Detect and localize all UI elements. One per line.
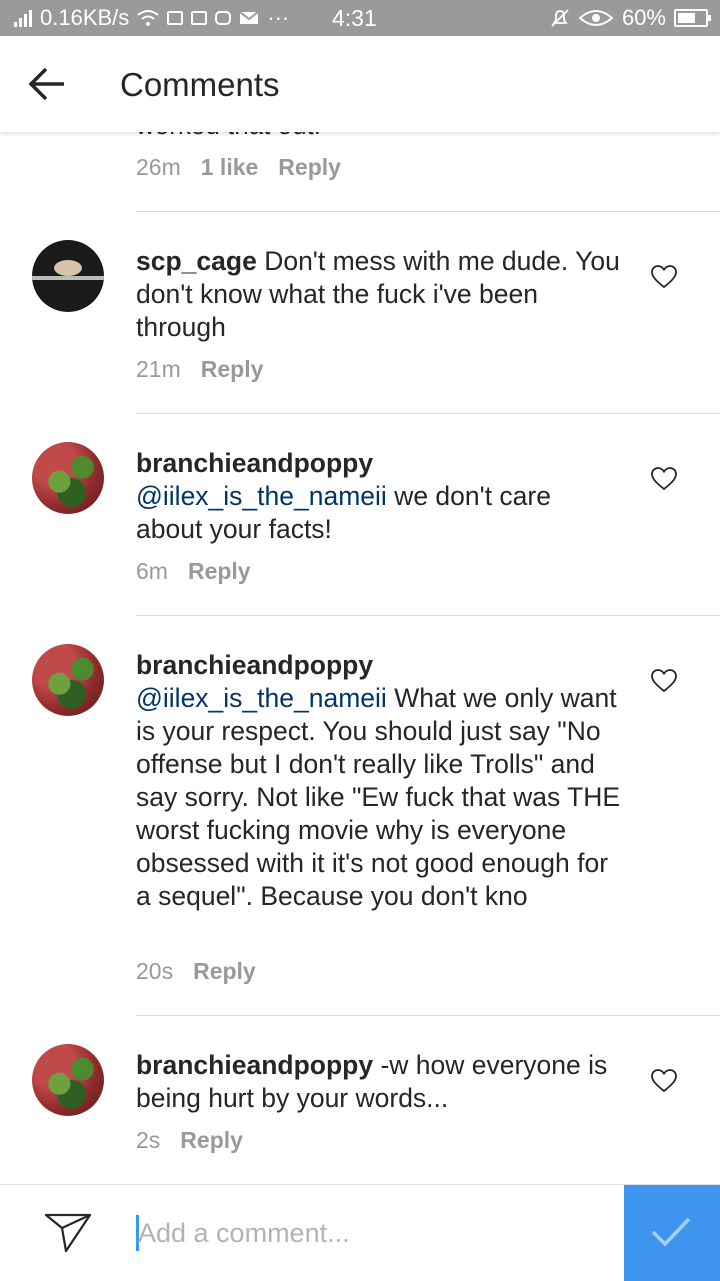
- reply-button[interactable]: Reply: [180, 1127, 243, 1154]
- divider: [136, 413, 720, 414]
- battery-percent: 60%: [621, 5, 666, 30]
- comment-body: branchieandpoppy -w how everyone is bein…: [136, 1049, 621, 1115]
- status-left: 0.16KB/s ···: [14, 0, 289, 36]
- reply-button[interactable]: Reply: [188, 558, 251, 585]
- clock: 4:31: [332, 4, 377, 31]
- avatar[interactable]: [32, 240, 104, 312]
- avatar[interactable]: [32, 1044, 104, 1116]
- page-title: Comments: [120, 66, 280, 103]
- comment-username[interactable]: branchieandpoppy: [136, 1050, 373, 1080]
- comment-body: branchieandpoppy @iilex_is_the_nameii Wh…: [136, 649, 621, 913]
- checkmark-icon: [651, 1217, 691, 1247]
- reply-button[interactable]: Reply: [201, 356, 264, 383]
- back-arrow-icon[interactable]: [26, 58, 74, 110]
- divider: [136, 211, 720, 212]
- app-icon: [167, 11, 184, 25]
- comment-time: 6m: [136, 558, 168, 584]
- mention-link[interactable]: @iilex_is_the_nameii: [136, 683, 387, 713]
- network-speed: 0.16KB/s: [40, 5, 130, 30]
- comment-composer: [0, 1184, 720, 1281]
- divider: [136, 1015, 720, 1016]
- heart-icon[interactable]: [651, 669, 677, 693]
- comment-meta: 2s Reply: [136, 1127, 243, 1154]
- comment-time: 26m: [136, 154, 181, 180]
- comment-meta: 20s Reply: [136, 958, 256, 985]
- bell-off-icon: [551, 9, 569, 27]
- comment-time: 20s: [136, 958, 174, 984]
- heart-icon[interactable]: [651, 1069, 677, 1093]
- comment-username[interactable]: branchieandpoppy: [136, 650, 373, 680]
- signal-icon: [14, 9, 32, 27]
- mail-icon: [191, 11, 208, 25]
- reply-button[interactable]: Reply: [193, 958, 256, 985]
- comment-meta: 21m Reply: [136, 356, 263, 383]
- comment-meta: 6m Reply: [136, 558, 251, 585]
- comment-meta: 26m 1 like Reply: [136, 154, 341, 181]
- comments-list[interactable]: worked that out! 26m 1 like Reply scp_ca…: [0, 132, 720, 1184]
- comment-body: scp_cage Don't mess with me dude. You do…: [136, 245, 621, 344]
- reply-button[interactable]: Reply: [278, 154, 341, 181]
- comment-time: 21m: [136, 356, 181, 382]
- likes-count[interactable]: 1 like: [201, 154, 259, 181]
- post-button[interactable]: [624, 1185, 720, 1281]
- avatar[interactable]: [32, 442, 104, 514]
- more-icon: ···: [267, 5, 290, 30]
- avatar[interactable]: [32, 644, 104, 716]
- battery-icon: [674, 9, 711, 27]
- wifi-icon: [137, 10, 159, 26]
- comment-text: What we only want is your respect. You s…: [136, 683, 621, 911]
- comment-username[interactable]: branchieandpoppy: [136, 448, 373, 478]
- heart-icon[interactable]: [651, 467, 677, 491]
- header-bar: Comments: [0, 36, 720, 132]
- status-bar: 0.16KB/s ··· 4:31 60%: [0, 0, 720, 36]
- divider: [136, 615, 720, 616]
- send-icon[interactable]: [44, 1211, 92, 1255]
- status-right: 60%: [550, 0, 711, 36]
- partial-comment-text: worked that out!: [136, 132, 321, 141]
- mention-link[interactable]: @iilex_is_the_nameii: [136, 481, 387, 511]
- comment-body: branchieandpoppy @iilex_is_the_nameii we…: [136, 447, 621, 546]
- heart-icon[interactable]: [651, 265, 677, 289]
- comment-input[interactable]: [138, 1207, 608, 1259]
- eye-icon: [578, 10, 614, 26]
- comment-username[interactable]: scp_cage: [136, 246, 257, 276]
- email-icon: [239, 11, 259, 24]
- comment-time: 2s: [136, 1127, 161, 1153]
- instagram-icon: [215, 11, 232, 25]
